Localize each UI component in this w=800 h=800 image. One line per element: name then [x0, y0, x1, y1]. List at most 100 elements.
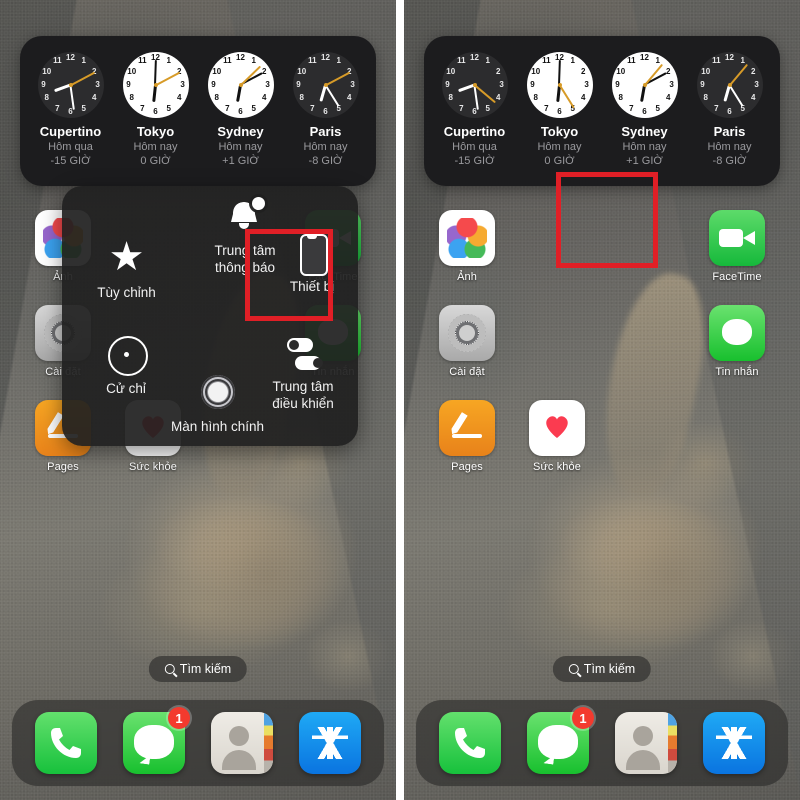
app-icon-photos[interactable]: Ảnh [431, 210, 503, 283]
app-label: Cài đặt [449, 366, 485, 378]
bell-badge-icon [222, 196, 268, 236]
app-icon-facetime[interactable]: FaceTime [701, 210, 773, 283]
search-label: Tìm kiếm [583, 662, 636, 676]
dial-number: 3 [95, 80, 100, 89]
dial-number: 10 [297, 66, 307, 76]
dial-number: 8 [129, 93, 134, 103]
dock-item-messages[interactable]: 1 [527, 707, 594, 774]
app-icon-settings[interactable]: Cài đặt [431, 305, 503, 378]
menu-item-home[interactable]: Màn hình chính [145, 372, 290, 435]
menu-item-label: Tùy chỉnh [97, 285, 156, 300]
dock-item-appstore[interactable] [703, 712, 765, 774]
dial-pivot [642, 83, 647, 87]
clock-dial: 12 1 2 3 4 5 6 7 8 9 10 11 [207, 52, 274, 118]
clock-cupertino: 12 1 2 3 4 5 6 7 8 9 10 11 Cu [436, 52, 514, 169]
menu-item-label: Thiết bị [289, 279, 335, 294]
dial-number: 2 [751, 66, 756, 76]
dock-right: 1 [416, 700, 788, 786]
app-icon-spacer-3 [521, 305, 593, 378]
dial-number: 11 [542, 56, 551, 66]
clock-city-name: Sydney [217, 124, 264, 139]
gesture-dot-icon [103, 334, 149, 376]
app-icon-pages[interactable]: Pages [431, 400, 503, 473]
dock-item-contacts[interactable] [211, 712, 273, 774]
dial-number: 1 [655, 56, 660, 66]
dial-number: 4 [581, 93, 586, 103]
search-label: Tìm kiếm [179, 662, 232, 676]
dial-number: 5 [166, 103, 171, 113]
dial-number: 5 [251, 103, 256, 113]
phone-screen-right: Ảnh FaceTime Cài đặt Tin nhắn Pages Sức … [404, 0, 800, 800]
dial-number: 10 [616, 66, 626, 76]
clock-city-name: Paris [713, 124, 746, 139]
wallpaper-deer-body [522, 448, 769, 656]
pages-icon [439, 400, 495, 456]
dial-number: 11 [457, 56, 466, 66]
menu-item-device[interactable]: Thiết bị [267, 232, 357, 295]
dock-item-appstore[interactable] [299, 712, 361, 774]
menu-item-custom[interactable]: Tùy chỉnh [74, 238, 179, 301]
world-clock-widget-left[interactable]: 12 1 2 3 4 5 6 7 8 9 10 11 Cu [20, 36, 376, 186]
dial-number: 7 [310, 103, 315, 113]
app-icon-messages[interactable]: Tin nhắn [701, 305, 773, 378]
dial-number: 7 [225, 103, 230, 113]
clock-offset: 0 GIỜ [140, 154, 171, 167]
dial-number: 8 [618, 93, 623, 103]
search-pill[interactable]: Tìm kiếm [552, 656, 652, 682]
dial-number: 12 [640, 52, 649, 62]
dial-number: 4 [262, 93, 267, 103]
dial-number: 12 [470, 52, 479, 62]
hour-hand [640, 84, 646, 103]
dock-item-messages[interactable]: 1 [123, 707, 190, 774]
second-hand [728, 63, 748, 86]
clock-cupertino: 12 1 2 3 4 5 6 7 8 9 10 11 Cu [32, 52, 110, 169]
dial-number: 7 [459, 103, 464, 113]
clock-relative-day: Hôm qua [452, 141, 497, 153]
dial-number: 9 [211, 80, 216, 89]
second-hand [155, 71, 180, 86]
dial-number: 3 [584, 80, 589, 89]
dial-pivot [153, 83, 158, 87]
clock-dial: 12 1 2 3 4 5 6 7 8 9 10 11 [122, 52, 189, 118]
dial-number: 1 [251, 56, 256, 66]
dock-item-phone[interactable] [439, 712, 501, 774]
dial-number: 5 [485, 103, 490, 113]
second-hand [70, 71, 95, 86]
dial-number: 9 [445, 80, 450, 89]
home-button-icon [195, 372, 241, 412]
clock-city-name: Paris [309, 124, 342, 139]
menu-item-label: Cử chỉ [106, 381, 146, 396]
dial-number: 1 [485, 56, 490, 66]
world-clock-widget-right[interactable]: 12 1 2 3 4 5 6 7 8 9 10 11 Cupertino Hôm… [424, 36, 780, 186]
toggles-icon [280, 332, 326, 372]
dial-pivot [727, 83, 732, 87]
dial-number: 10 [42, 66, 52, 76]
dial-number: 6 [153, 107, 158, 117]
facetime-icon [709, 210, 765, 266]
hour-hand [236, 84, 242, 103]
wallpaper-deer-body [118, 448, 365, 656]
dial-pivot [68, 83, 73, 87]
dock-item-phone[interactable] [35, 712, 97, 774]
app-icon-health[interactable]: Sức khỏe [521, 400, 593, 473]
dial-number: 2 [581, 66, 586, 76]
app-label: Sức khỏe [533, 461, 581, 473]
dock-item-contacts[interactable] [615, 712, 677, 774]
dial-number: 7 [714, 103, 719, 113]
health-icon [529, 400, 585, 456]
app-label: Ảnh [457, 271, 477, 283]
dial-number: 1 [570, 56, 575, 66]
dial-number: 12 [236, 52, 245, 62]
search-pill[interactable]: Tìm kiếm [148, 656, 248, 682]
dial-number: 4 [177, 93, 182, 103]
dial-number: 4 [347, 93, 352, 103]
dial-number: 11 [712, 56, 721, 66]
dial-number: 9 [41, 80, 46, 89]
dial-number: 2 [262, 66, 267, 76]
dial-number: 3 [180, 80, 185, 89]
dial-number: 11 [53, 56, 62, 66]
clock-dial: 12 1 2 3 4 5 6 7 8 9 10 11 [526, 52, 593, 118]
dial-number: 4 [92, 93, 97, 103]
dial-number: 3 [754, 80, 759, 89]
clock-dial: 12 1 2 3 4 5 6 7 8 9 10 11 [441, 52, 508, 118]
